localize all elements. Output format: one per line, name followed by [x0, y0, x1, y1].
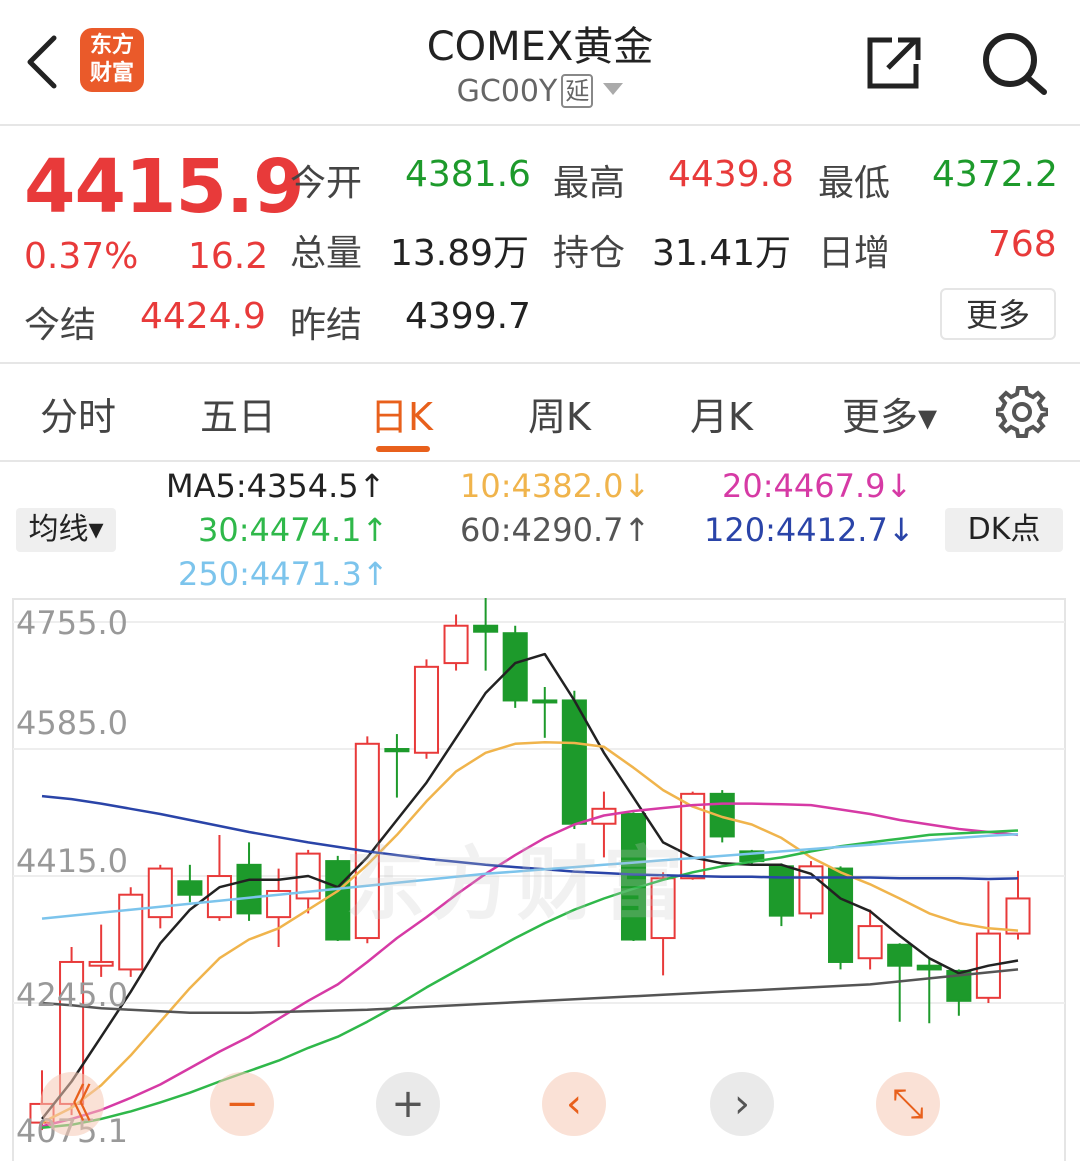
candle-body — [502, 632, 528, 702]
candle-body — [561, 699, 587, 825]
candle-body — [916, 964, 942, 971]
app-logo: 东方 财富 — [80, 28, 144, 92]
ma-selector-button[interactable]: 均线▾ — [16, 508, 116, 552]
logo-line2: 财富 — [89, 61, 134, 86]
ma120-value: 120:4412.7↓ — [704, 511, 915, 549]
daily-increase-label: 日增 — [818, 233, 891, 274]
tab-five-day[interactable]: 五日 — [200, 386, 276, 441]
settle-label: 今结 — [24, 305, 97, 346]
instrument-code-selector[interactable]: GC00Y 延 — [340, 74, 740, 109]
low-value: 4372.2 — [932, 154, 1058, 195]
candle-body — [118, 893, 144, 971]
daily-increase-value: 768 — [988, 224, 1057, 265]
dropdown-icon — [603, 83, 624, 95]
candle-body — [177, 880, 203, 896]
more-quote-button[interactable]: 更多 — [940, 288, 1056, 340]
open-interest-value: 31.41万 — [652, 233, 792, 274]
change-percent: 0.37% — [24, 236, 139, 277]
tab-monthly-k[interactable]: 月K — [690, 386, 753, 441]
delay-tag: 延 — [561, 74, 594, 108]
prev-settle-label: 昨结 — [290, 305, 363, 346]
gear-icon[interactable] — [996, 386, 1048, 438]
tab-daily-k[interactable]: 日K — [370, 386, 433, 441]
prev-icon[interactable]: ‹ — [542, 1072, 606, 1136]
period-tabs: 分时 五日 日K 周K 月K 更多▾ — [0, 364, 1080, 462]
scroll-left-icon[interactable]: 《 — [40, 1072, 104, 1136]
volume-value: 13.89万 — [390, 233, 530, 274]
tab-intraday[interactable]: 分时 — [40, 386, 116, 441]
instrument-code: GC00Y — [456, 74, 558, 109]
logo-line1: 东方 — [89, 33, 134, 58]
share-icon[interactable] — [866, 34, 924, 90]
candle-body — [887, 943, 913, 967]
candle-body — [413, 665, 440, 754]
candle-body — [768, 865, 794, 917]
candle-body — [532, 699, 558, 704]
watermark: 东方财富 — [345, 838, 689, 931]
candle-body — [206, 875, 232, 919]
app-header: 东方 财富 COMEX黄金 GC00Y 延 — [0, 0, 1080, 126]
candle-body — [443, 624, 469, 665]
change-value: 16.2 — [188, 236, 269, 277]
quote-panel: 4415.9 0.37% 16.2 今结 4424.9 今开 4381.6 最高… — [0, 126, 1080, 364]
low-label: 最低 — [818, 163, 891, 204]
candle-body — [147, 867, 173, 919]
candle-body — [88, 960, 114, 967]
ma10-value: 10:4382.0↓ — [460, 467, 651, 505]
open-interest-label: 持仓 — [553, 233, 626, 274]
zoom-in-icon[interactable]: + — [376, 1072, 440, 1136]
candle-body — [473, 624, 499, 633]
volume-label: 总量 — [290, 233, 363, 274]
tab-more[interactable]: 更多▾ — [842, 386, 937, 441]
settle-value: 4424.9 — [140, 296, 266, 337]
ma60-value: 60:4290.7↑ — [460, 511, 651, 549]
ma20-value: 20:4467.9↓ — [722, 467, 913, 505]
open-value: 4381.6 — [405, 154, 531, 195]
candle-body — [828, 867, 854, 963]
ma30-value: 30:4474.1↑ — [198, 511, 389, 549]
zoom-out-icon[interactable]: − — [210, 1072, 274, 1136]
candle-body — [857, 925, 883, 960]
ma250-value: 250:4471.3↑ — [178, 555, 389, 593]
high-label: 最高 — [553, 163, 626, 204]
next-icon[interactable]: › — [710, 1072, 774, 1136]
high-value: 4439.8 — [668, 154, 794, 195]
y-tick-label: 4245.0 — [16, 976, 128, 1014]
candle-body — [236, 863, 262, 915]
dk-point-button[interactable]: DK点 — [945, 508, 1063, 552]
open-label: 今开 — [290, 163, 363, 204]
tab-weekly-k[interactable]: 周K — [528, 386, 591, 441]
ma5-value: MA5:4354.5↑ — [166, 467, 386, 505]
active-tab-indicator — [376, 446, 430, 452]
y-tick-label: 4585.0 — [16, 704, 128, 742]
search-icon[interactable] — [980, 30, 1050, 96]
page-title: COMEX黄金 — [426, 24, 654, 70]
y-tick-label: 4415.0 — [16, 842, 128, 880]
prev-settle-value: 4399.7 — [405, 296, 531, 337]
back-icon[interactable] — [22, 32, 62, 92]
y-tick-label: 4755.0 — [16, 604, 128, 642]
last-price: 4415.9 — [24, 144, 305, 230]
fullscreen-icon[interactable]: ⤡ — [876, 1072, 940, 1136]
candle-body — [1005, 897, 1031, 935]
candle-body — [384, 748, 410, 753]
